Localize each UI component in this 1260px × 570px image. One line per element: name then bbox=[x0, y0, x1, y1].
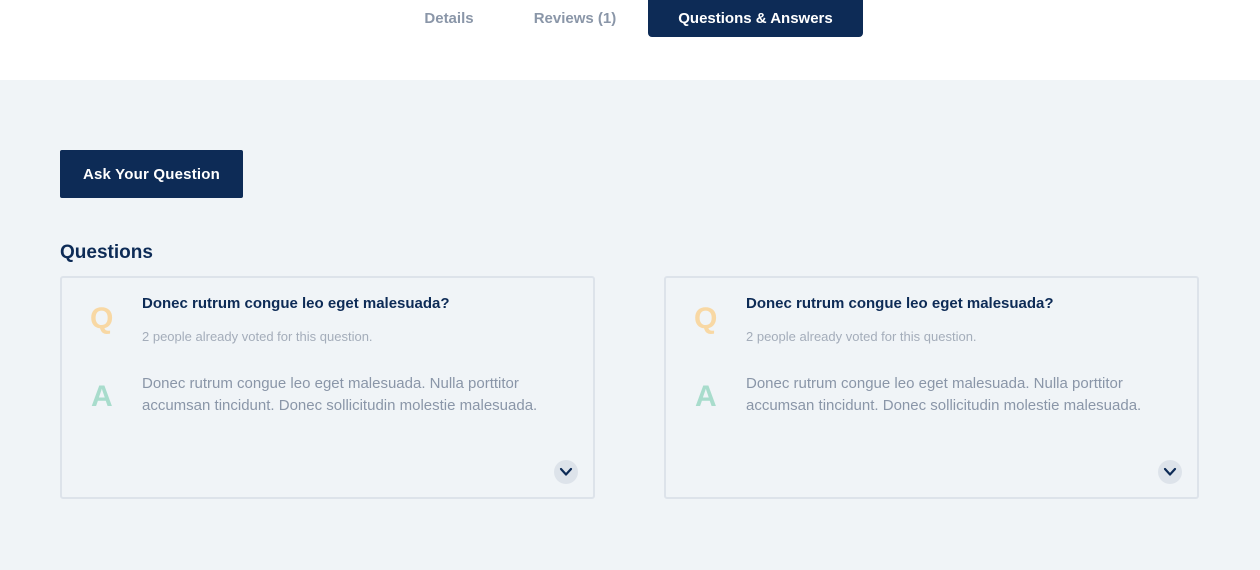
tab-details[interactable]: Details bbox=[408, 0, 490, 37]
question-votes: 2 people already voted for this question… bbox=[142, 329, 373, 344]
tab-reviews[interactable]: Reviews (1) bbox=[520, 0, 630, 37]
expand-toggle-button[interactable] bbox=[554, 460, 578, 484]
chevron-down-icon bbox=[1163, 467, 1177, 476]
qa-panel: Ask Your Question Questions Q Donec rutr… bbox=[0, 80, 1260, 570]
questions-heading: Questions bbox=[60, 242, 153, 263]
tab-questions-answers[interactable]: Questions & Answers bbox=[648, 0, 863, 37]
question-title: Donec rutrum congue leo eget malesuada? bbox=[142, 295, 450, 312]
chevron-down-icon bbox=[559, 467, 573, 476]
expand-toggle-button[interactable] bbox=[1158, 460, 1182, 484]
question-title: Donec rutrum congue leo eget malesuada? bbox=[746, 295, 1054, 312]
question-marker: Q bbox=[694, 302, 718, 335]
answer-marker: A bbox=[91, 380, 113, 413]
answer-marker: A bbox=[695, 380, 717, 413]
answer-text: Donec rutrum congue leo eget malesuada. … bbox=[746, 375, 1142, 414]
question-card: Q Donec rutrum congue leo eget malesuada… bbox=[60, 276, 595, 499]
product-tabs: Details Reviews (1) Questions & Answers bbox=[0, 0, 1260, 80]
answer-text: Donec rutrum congue leo eget malesuada. … bbox=[142, 375, 538, 414]
question-card: Q Donec rutrum congue leo eget malesuada… bbox=[664, 276, 1199, 499]
question-marker: Q bbox=[90, 302, 114, 335]
ask-question-button[interactable]: Ask Your Question bbox=[60, 150, 243, 198]
question-votes: 2 people already voted for this question… bbox=[746, 329, 977, 344]
